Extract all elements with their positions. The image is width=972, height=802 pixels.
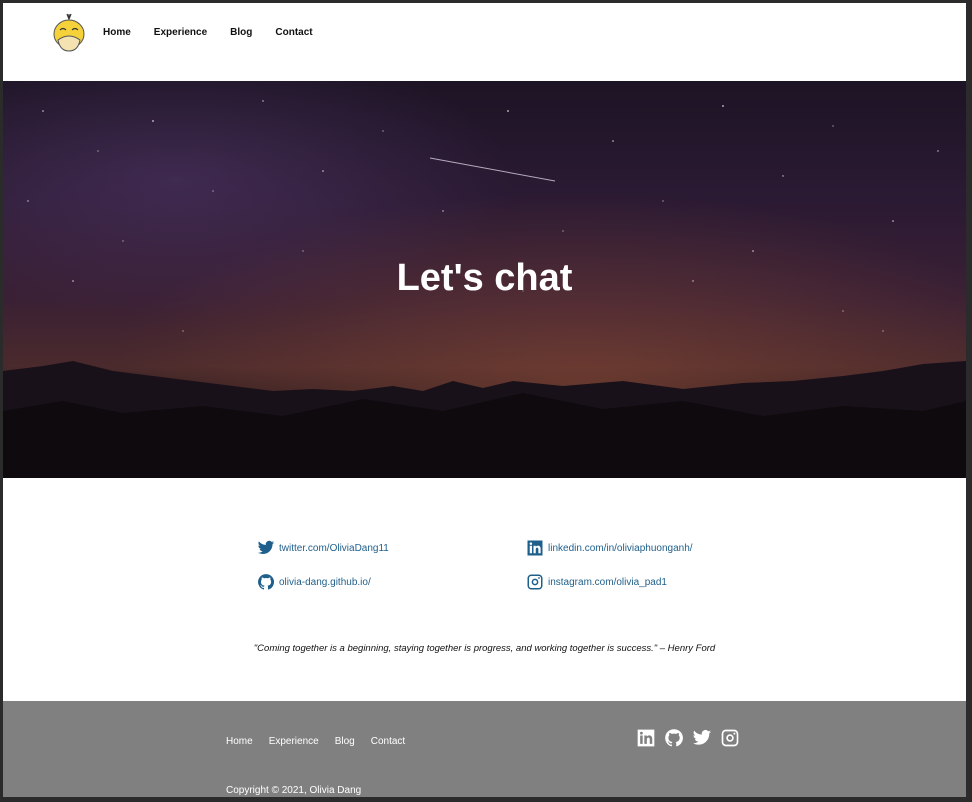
github-icon[interactable]: [664, 728, 684, 748]
github-icon: [258, 574, 275, 590]
footer-blog-link[interactable]: Blog: [335, 736, 355, 747]
main-nav: Home Experience Blog Contact: [103, 27, 336, 38]
linkedin-icon: [527, 540, 543, 556]
footer-social-icons: [636, 728, 740, 748]
page-frame: Home Experience Blog Contact Let's chat …: [3, 3, 966, 797]
linkedin-icon[interactable]: [636, 728, 656, 748]
footer-experience-link[interactable]: Experience: [269, 736, 319, 747]
instagram-contact-text: instagram.com/olivia_pad1: [548, 576, 667, 588]
linkedin-contact-text: linkedin.com/in/oliviaphuonganh/: [548, 542, 693, 554]
nav-blog-link[interactable]: Blog: [230, 27, 252, 38]
quote-text: "Coming together is a beginning, staying…: [253, 643, 716, 654]
hero-title: Let's chat: [396, 257, 573, 299]
instagram-icon[interactable]: [720, 728, 740, 748]
nav-home-link[interactable]: Home: [103, 27, 131, 38]
twitter-icon[interactable]: [692, 728, 712, 748]
instagram-contact-link[interactable]: instagram.com/olivia_pad1: [526, 573, 667, 591]
twitter-contact-text: twitter.com/OliviaDang11: [279, 542, 389, 554]
twitter-icon: [257, 540, 275, 555]
github-contact-text: olivia-dang.github.io/: [279, 576, 371, 588]
nav-contact-link[interactable]: Contact: [275, 27, 312, 38]
footer-nav: Home Experience Blog Contact: [226, 736, 421, 747]
copyright-text: Copyright © 2021, Olivia Dang: [226, 785, 362, 796]
site-header: Home Experience Blog Contact: [3, 3, 966, 81]
nav-experience-link[interactable]: Experience: [154, 27, 207, 38]
linkedin-contact-link[interactable]: linkedin.com/in/oliviaphuonganh/: [526, 539, 693, 557]
hero-banner: Let's chat: [3, 81, 966, 478]
twitter-contact-link[interactable]: twitter.com/OliviaDang11: [257, 539, 389, 557]
footer-home-link[interactable]: Home: [226, 736, 253, 747]
site-footer: Home Experience Blog Contact Copyright ©…: [3, 701, 966, 797]
psyduck-logo-icon[interactable]: [52, 12, 86, 52]
footer-contact-link[interactable]: Contact: [371, 736, 405, 747]
github-contact-link[interactable]: olivia-dang.github.io/: [257, 573, 371, 591]
instagram-icon: [527, 574, 543, 590]
